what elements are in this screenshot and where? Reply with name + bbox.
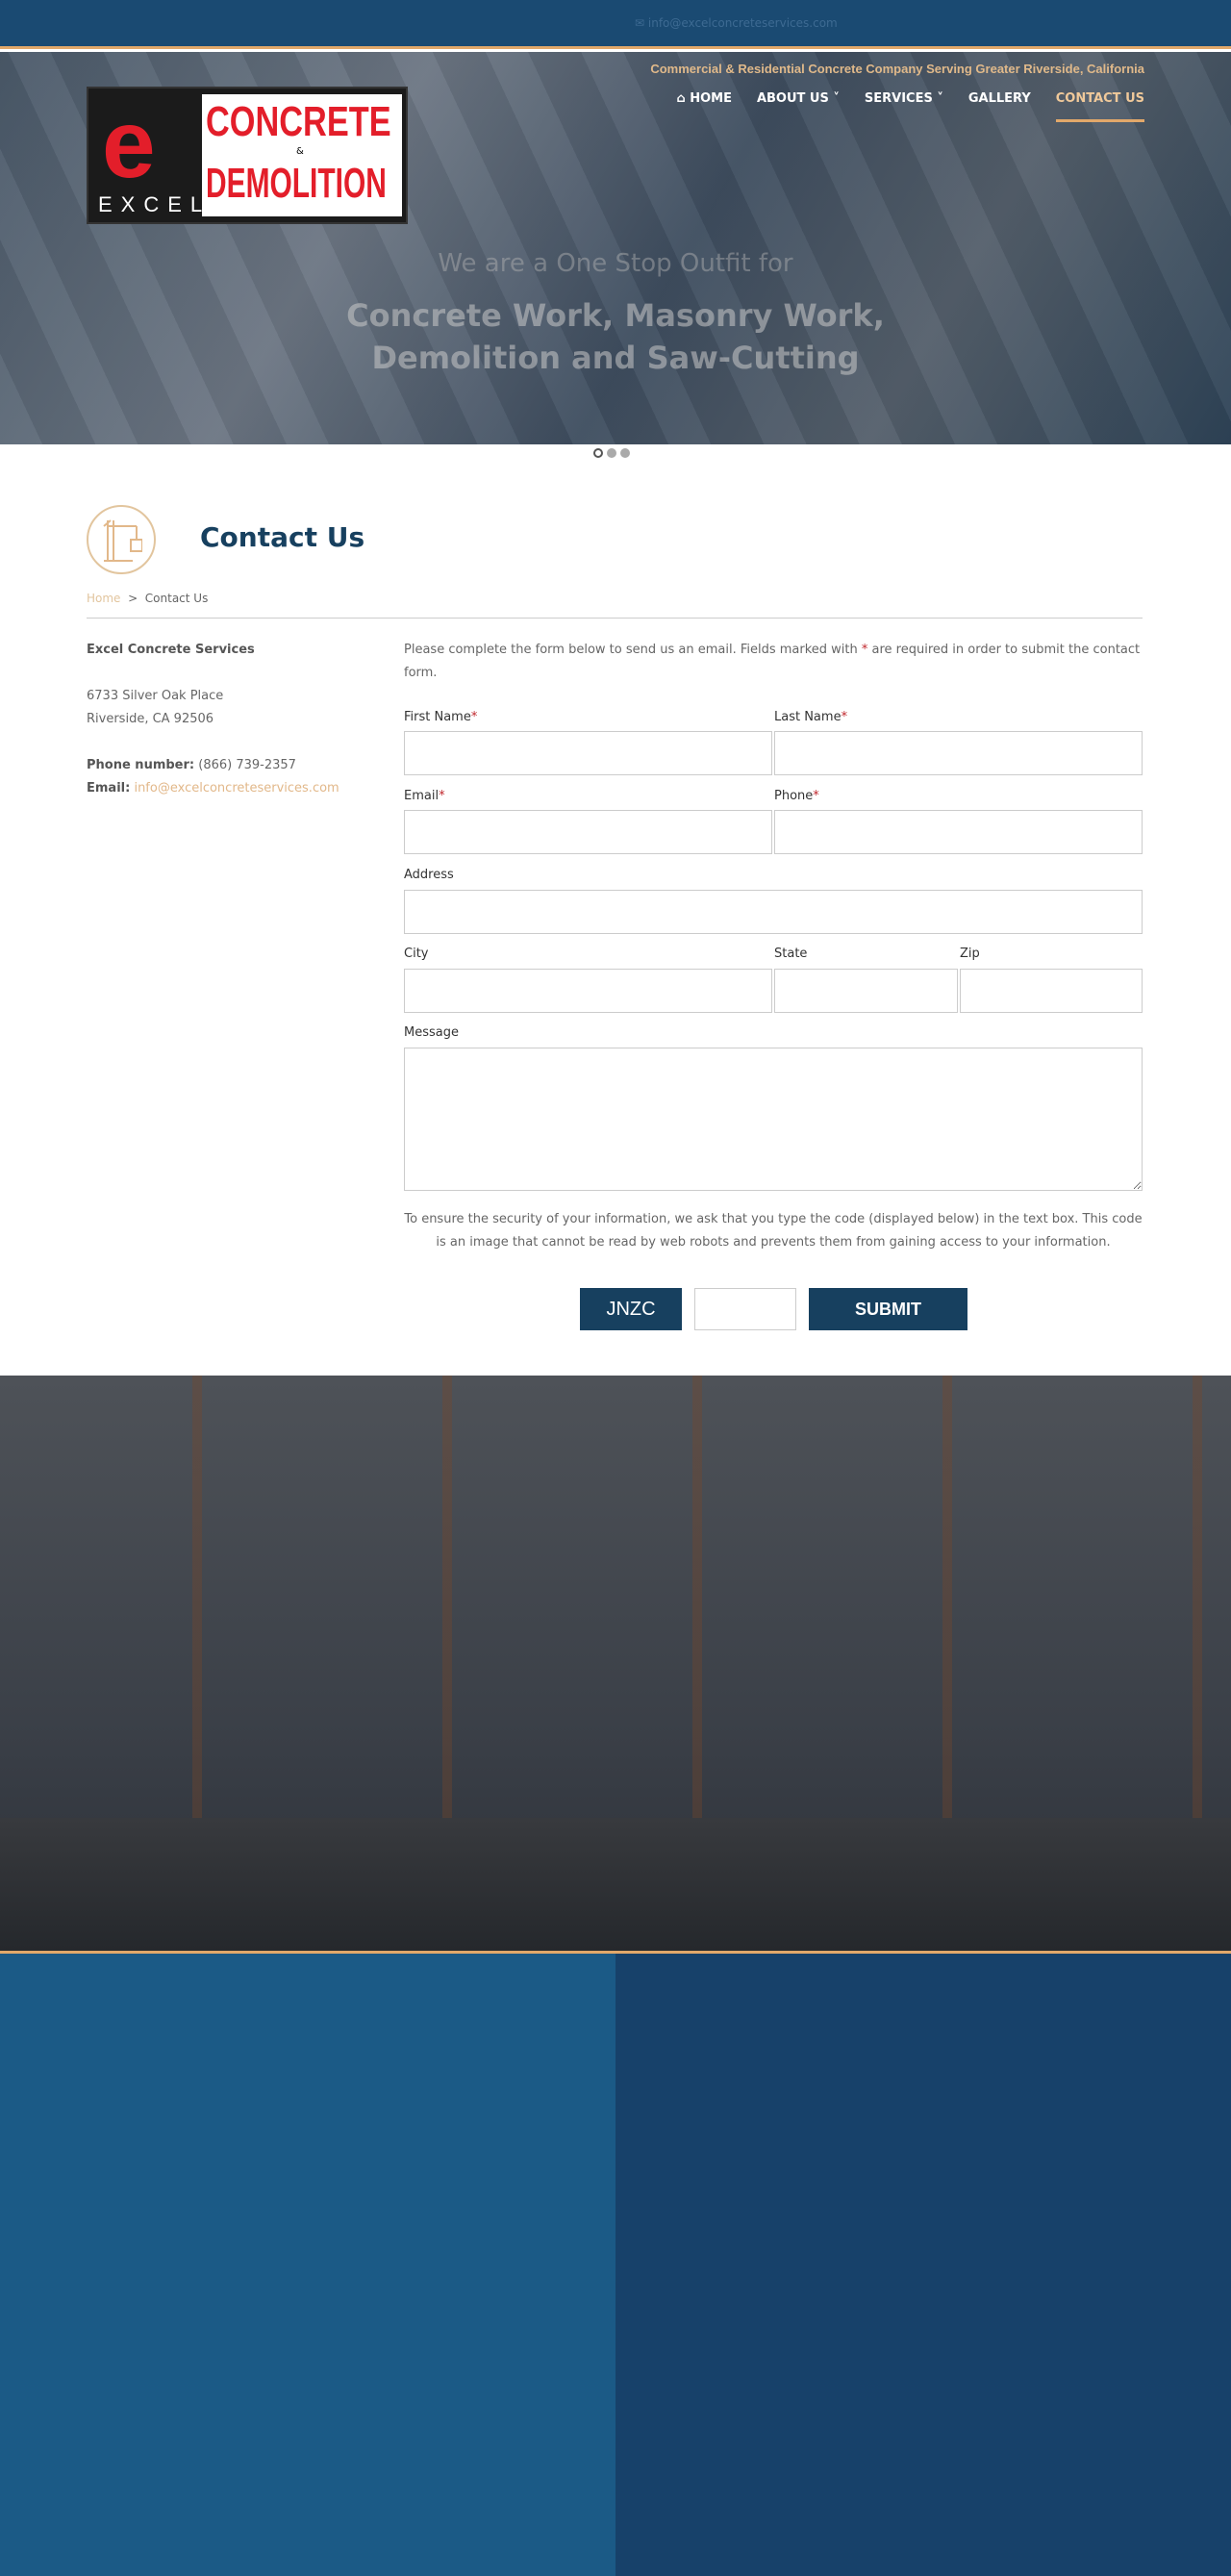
footer xyxy=(0,1951,1231,2576)
hero-headline: Concrete Work, Masonry Work, Demolition a… xyxy=(0,294,1231,379)
logo-excel: EXCEL xyxy=(98,192,212,216)
email-label: Email: xyxy=(87,781,131,796)
last-name-label: Last Name* xyxy=(774,710,848,724)
slider-dot-1[interactable] xyxy=(593,448,603,458)
address-line-1: 6733 Silver Oak Place xyxy=(87,689,224,703)
logo-concrete: CONCRETE xyxy=(206,98,391,145)
top-email-link[interactable]: ✉ info@excelconcreteservices.com xyxy=(635,16,838,30)
phone-field-label: Phone* xyxy=(774,789,819,803)
captcha-input[interactable] xyxy=(694,1288,796,1330)
slider-dot-2[interactable] xyxy=(607,448,616,458)
hero-line-2: Concrete Work, Masonry Work, xyxy=(346,297,885,334)
header-tagline: Commercial & Residential Concrete Compan… xyxy=(650,62,1144,76)
breadcrumb-home[interactable]: Home xyxy=(87,592,120,605)
deck-floor xyxy=(0,1818,1231,1951)
chevron-down-icon: ˅ xyxy=(833,91,840,106)
email-field-label: Email* xyxy=(404,789,445,803)
email-link[interactable]: info@excelconcreteservices.com xyxy=(134,781,339,796)
footer-right xyxy=(616,1954,1231,2576)
footer-left xyxy=(0,1954,616,2576)
phone-number[interactable]: (866) 739-2357 xyxy=(198,758,296,772)
main-nav: ⌂ HOME ABOUT US ˅ SERVICES ˅ GALLERY CON… xyxy=(676,91,1144,122)
divider xyxy=(87,618,1143,619)
last-name-input[interactable] xyxy=(774,731,1143,775)
nav-services[interactable]: SERVICES ˅ xyxy=(865,91,943,122)
top-bar: ✉ info@excelconcreteservices.com xyxy=(0,0,1231,49)
intro-text: Please complete the form below to send u… xyxy=(404,643,862,657)
hero-line-3: Demolition and Saw-Cutting xyxy=(371,340,860,376)
site-logo[interactable]: e EXCEL CONCRETE & DEMOLITION xyxy=(87,87,408,224)
breadcrumb-separator: > xyxy=(128,592,138,605)
hero-line-1: We are a One Stop Outfit for xyxy=(438,249,793,278)
logo-amp: & xyxy=(296,146,304,157)
address-line-2: Riverside, CA 92506 xyxy=(87,712,214,726)
logo-e: e xyxy=(102,90,156,198)
zip-input[interactable] xyxy=(960,969,1143,1013)
nav-about-label: ABOUT US xyxy=(756,91,829,106)
zip-label: Zip xyxy=(960,947,980,961)
company-name: Excel Concrete Services xyxy=(87,643,255,657)
page-title: Contact Us xyxy=(200,521,365,553)
slider-dots xyxy=(593,448,630,458)
nav-home[interactable]: ⌂ HOME xyxy=(676,91,732,122)
message-label: Message xyxy=(404,1025,459,1040)
nav-gallery[interactable]: GALLERY xyxy=(968,91,1031,122)
breadcrumb-current: Contact Us xyxy=(144,592,209,605)
address-label: Address xyxy=(404,868,454,882)
phone-label: Phone number: xyxy=(87,758,195,772)
construction-photo-band xyxy=(0,1376,1231,1951)
nav-about-us[interactable]: ABOUT US ˅ xyxy=(757,91,840,122)
first-name-input[interactable] xyxy=(404,731,772,775)
city-label: City xyxy=(404,947,429,961)
captcha-instructions: To ensure the security of your informati… xyxy=(404,1212,1143,1250)
crane-icon xyxy=(87,505,156,574)
home-icon: ⌂ xyxy=(676,91,686,106)
logo-wordmark: CONCRETE & DEMOLITION xyxy=(202,94,402,216)
phone-input[interactable] xyxy=(774,810,1143,854)
chevron-down-icon: ˅ xyxy=(937,91,943,106)
top-email-text: info@excelconcreteservices.com xyxy=(647,16,838,30)
breadcrumb: Home > Contact Us xyxy=(87,592,208,605)
message-textarea[interactable] xyxy=(404,1048,1143,1191)
form-intro: Please complete the form below to send u… xyxy=(404,639,1143,685)
state-input[interactable] xyxy=(774,969,958,1013)
captcha-code: JNZC xyxy=(580,1288,682,1330)
nav-contact-us[interactable]: CONTACT US xyxy=(1055,91,1144,122)
address-input[interactable] xyxy=(404,890,1143,934)
email-input[interactable] xyxy=(404,810,772,854)
slider-dot-3[interactable] xyxy=(620,448,630,458)
contact-info: Excel Concrete Services 6733 Silver Oak … xyxy=(87,639,375,800)
submit-button[interactable]: SUBMIT xyxy=(809,1288,967,1330)
first-name-label: First Name* xyxy=(404,710,478,724)
state-label: State xyxy=(774,947,808,961)
city-input[interactable] xyxy=(404,969,772,1013)
logo-demolition: DEMOLITION xyxy=(206,160,387,207)
nav-services-label: SERVICES xyxy=(864,91,933,106)
nav-home-label: HOME xyxy=(690,91,732,106)
